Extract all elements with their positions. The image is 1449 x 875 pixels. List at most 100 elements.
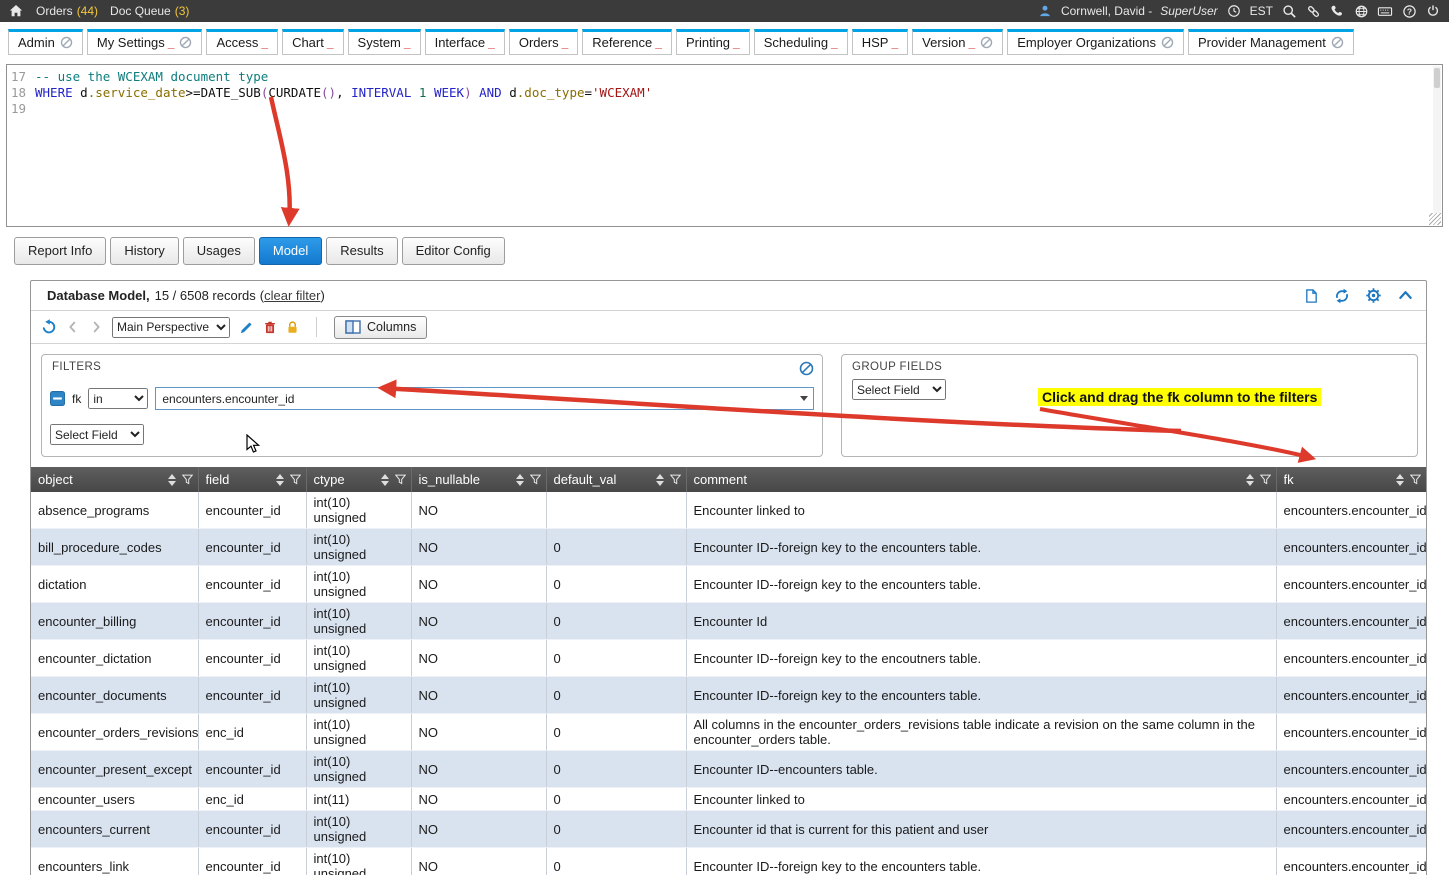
table-row-encounters-current[interactable]: encounters_currentencounter_idint(10) un… — [31, 811, 1426, 848]
topbar-orders[interactable]: Orders (44) — [36, 4, 98, 18]
tab-usages[interactable]: Usages — [183, 237, 255, 265]
lock-icon[interactable] — [286, 320, 299, 335]
column-header-field[interactable]: field — [198, 467, 306, 492]
table-row-encounter-users[interactable]: encounter_usersenc_idint(11)NO0Encounter… — [31, 788, 1426, 811]
column-header-ctype[interactable]: ctype — [306, 467, 411, 492]
delete-trash-icon[interactable] — [263, 320, 277, 335]
module-tab-admin[interactable]: Admin — [8, 29, 83, 55]
help-icon[interactable]: ? — [1401, 3, 1417, 19]
sort-icon[interactable] — [1246, 474, 1254, 486]
sort-icon[interactable] — [516, 474, 524, 486]
clear-filters-icon[interactable] — [799, 361, 814, 376]
sort-icon[interactable] — [168, 474, 176, 486]
phone-icon[interactable] — [1329, 3, 1345, 19]
clock-icon[interactable] — [1226, 3, 1242, 19]
table-row-absence-programs[interactable]: absence_programsencounter_idint(10) unsi… — [31, 492, 1426, 529]
table-row-encounter-orders-revisions[interactable]: encounter_orders_revisionsenc_idint(10) … — [31, 714, 1426, 751]
tab-model[interactable]: Model — [259, 237, 322, 265]
tab-editor-config[interactable]: Editor Config — [402, 237, 505, 265]
column-filter-icon[interactable] — [670, 474, 681, 485]
tab-results[interactable]: Results — [326, 237, 397, 265]
scrollbar-thumb[interactable] — [1434, 68, 1440, 88]
module-tab-orders[interactable]: Orders_ — [509, 29, 578, 55]
sort-icon[interactable] — [276, 474, 284, 486]
restricted-icon — [179, 36, 192, 49]
module-tab-printing[interactable]: Printing_ — [676, 29, 750, 55]
module-tab-chart[interactable]: Chart_ — [282, 29, 343, 55]
cell: encounters_current — [31, 811, 198, 848]
cell: 0 — [546, 677, 686, 714]
column-filter-icon[interactable] — [290, 474, 301, 485]
column-filter-icon[interactable] — [1410, 474, 1421, 485]
module-tab-provider-management[interactable]: Provider Management — [1188, 29, 1354, 55]
column-filter-icon[interactable] — [1260, 474, 1271, 485]
column-header-comment[interactable]: comment — [686, 467, 1276, 492]
collapse-chevron-icon[interactable] — [1397, 288, 1414, 303]
sort-icon[interactable] — [381, 474, 389, 486]
table-row-encounter-dictation[interactable]: encounter_dictationencounter_idint(10) u… — [31, 640, 1426, 677]
table-row-bill-procedure-codes[interactable]: bill_procedure_codesencounter_idint(10) … — [31, 529, 1426, 566]
column-label: field — [206, 472, 272, 487]
cell: Encounter ID--foreign key to the encount… — [686, 677, 1276, 714]
sql-editor[interactable]: 17-- use the WCEXAM document type18WHERE… — [6, 64, 1443, 227]
history-forward-icon[interactable] — [89, 320, 103, 334]
module-tab-interface[interactable]: Interface_ — [425, 29, 505, 55]
column-filter-icon[interactable] — [395, 474, 406, 485]
sort-icon[interactable] — [656, 474, 664, 486]
editor-scrollbar[interactable] — [1433, 66, 1441, 213]
filter-operator-select[interactable]: in — [88, 388, 148, 409]
globe-icon[interactable] — [1353, 3, 1369, 19]
document-icon[interactable] — [1304, 288, 1319, 304]
hotkey-mark: _ — [168, 36, 175, 50]
keyboard-icon[interactable] — [1377, 3, 1393, 19]
table-row-encounters-link[interactable]: encounters_linkencounter_idint(10) unsig… — [31, 848, 1426, 875]
topbar-doc-queue[interactable]: Doc Queue (3) — [110, 4, 189, 18]
columns-button[interactable]: Columns — [334, 316, 427, 339]
module-tab-reference[interactable]: Reference_ — [582, 29, 672, 55]
undo-icon[interactable] — [41, 319, 57, 335]
module-tab-label: Interface — [435, 35, 486, 50]
table-row-dictation[interactable]: dictationencounter_idint(10) unsignedNO0… — [31, 566, 1426, 603]
table-row-encounter-billing[interactable]: encounter_billingencounter_idint(10) uns… — [31, 603, 1426, 640]
remove-filter-icon[interactable] — [50, 391, 65, 406]
sort-icon[interactable] — [1396, 474, 1404, 486]
add-filter-field-select[interactable]: Select Field — [50, 424, 144, 445]
column-label: is_nullable — [419, 472, 512, 487]
link-icon[interactable] — [1305, 3, 1321, 19]
tab-history[interactable]: History — [110, 237, 178, 265]
refresh-icon[interactable] — [1334, 288, 1350, 304]
edit-pencil-icon[interactable] — [239, 320, 254, 335]
gear-icon[interactable] — [1365, 287, 1382, 304]
module-tab-my-settings[interactable]: My Settings_ — [87, 29, 203, 55]
clear-filter-link[interactable]: clear filter — [264, 288, 320, 303]
module-tab-scheduling[interactable]: Scheduling_ — [754, 29, 848, 55]
power-icon[interactable] — [1425, 3, 1441, 19]
history-back-icon[interactable] — [66, 320, 80, 334]
home-icon[interactable] — [8, 3, 24, 19]
column-header-default-val[interactable]: default_val — [546, 467, 686, 492]
search-icon[interactable] — [1281, 3, 1297, 19]
column-filter-icon[interactable] — [530, 474, 541, 485]
column-header-fk[interactable]: fk — [1276, 467, 1426, 492]
module-tab-label: System — [358, 35, 401, 50]
tab-report-info[interactable]: Report Info — [14, 237, 106, 265]
filter-value-combo[interactable] — [155, 387, 814, 410]
module-tab-label: Version — [922, 35, 965, 50]
module-tab-employer-organizations[interactable]: Employer Organizations — [1007, 29, 1184, 55]
column-header-is-nullable[interactable]: is_nullable — [411, 467, 546, 492]
column-filter-icon[interactable] — [182, 474, 193, 485]
perspective-select[interactable]: Main Perspective — [112, 317, 230, 338]
column-label: ctype — [314, 472, 377, 487]
module-tab-hsp[interactable]: HSP_ — [852, 29, 908, 55]
resize-handle-icon[interactable] — [1429, 213, 1441, 225]
filter-value-input[interactable] — [156, 388, 795, 409]
module-tab-access[interactable]: Access_ — [206, 29, 278, 55]
group-field-select[interactable]: Select Field — [852, 379, 946, 400]
module-tab-system[interactable]: System_ — [348, 29, 421, 55]
module-tab-version[interactable]: Version_ — [912, 29, 1003, 55]
cell: NO — [411, 566, 546, 603]
combo-dropdown-icon[interactable] — [795, 388, 813, 409]
table-row-encounter-present-except[interactable]: encounter_present_exceptencounter_idint(… — [31, 751, 1426, 788]
table-row-encounter-documents[interactable]: encounter_documentsencounter_idint(10) u… — [31, 677, 1426, 714]
column-header-object[interactable]: object — [31, 467, 198, 492]
